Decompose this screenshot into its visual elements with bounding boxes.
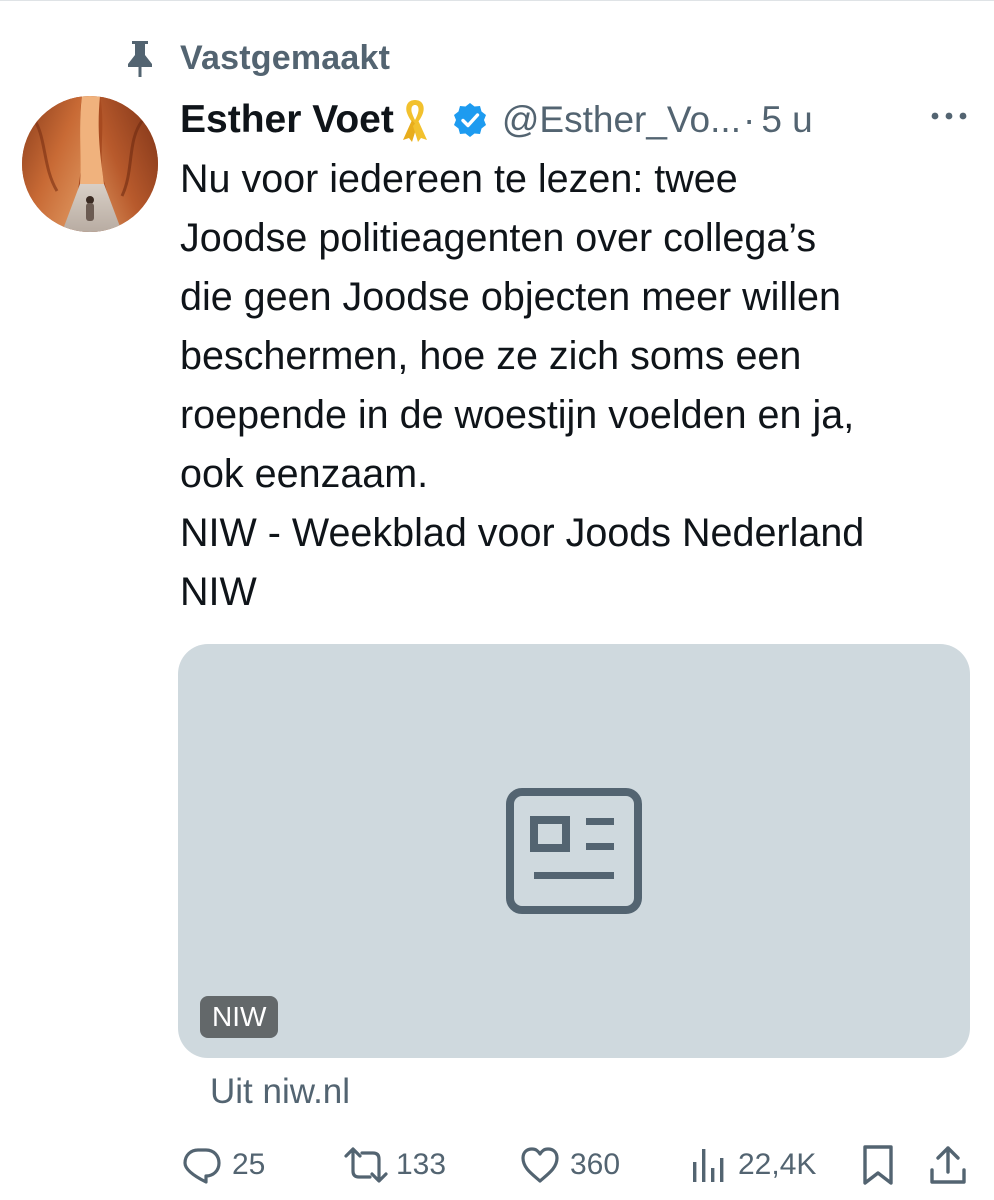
- author-display-name[interactable]: Esther Voet: [180, 98, 394, 142]
- like-button[interactable]: 360: [518, 1140, 620, 1190]
- tweet-text: Nu voor iedereen te lezen: twee Joodse p…: [180, 150, 980, 622]
- bookmark-icon: [856, 1143, 900, 1187]
- share-button[interactable]: [926, 1140, 970, 1190]
- article-placeholder-icon: [506, 788, 642, 914]
- tweet-text-line: beschermen, hoe ze zich soms een: [180, 334, 802, 378]
- tweet-text-line: ook eenzaam.: [180, 452, 429, 496]
- views-count: 22,4K: [738, 1148, 817, 1181]
- reply-count: 25: [232, 1148, 266, 1181]
- author-handle[interactable]: @Esther_Vo...: [502, 99, 741, 141]
- views-button[interactable]: 22,4K: [686, 1140, 816, 1190]
- separator-dot: ·: [742, 99, 756, 140]
- heart-icon: [518, 1143, 562, 1187]
- tweet-text-line: NIW: [180, 570, 257, 614]
- reply-icon: [180, 1143, 224, 1187]
- views-chart-icon: [686, 1143, 730, 1187]
- pinned-label: Vastgemaakt: [180, 38, 391, 77]
- share-icon: [926, 1143, 970, 1187]
- repost-icon: [344, 1143, 388, 1187]
- more-icon: [929, 109, 969, 127]
- card-domain-badge: NIW: [200, 996, 279, 1038]
- tweet-timestamp[interactable]: 5 u: [761, 99, 812, 141]
- link-preview-card[interactable]: NIW: [178, 644, 970, 1058]
- more-options-button[interactable]: [924, 98, 974, 138]
- tweet-text-line: roepende in de woestijn voelden en ja,: [180, 393, 855, 437]
- pinned-indicator: Vastgemaakt: [120, 36, 390, 80]
- tweet-text-line: die geen Joodse objecten meer willen: [180, 275, 841, 319]
- avatar[interactable]: [22, 96, 158, 232]
- bookmark-button[interactable]: [856, 1140, 900, 1190]
- repost-button[interactable]: 133: [344, 1140, 446, 1190]
- tweet-header: Esther Voet @Esther_Vo... · 5 u: [180, 90, 980, 150]
- tweet-text-line: Joodse politieagenten over collega’s: [180, 216, 817, 260]
- repost-count: 133: [396, 1148, 447, 1181]
- card-source-link[interactable]: Uit niw.nl: [210, 1072, 350, 1112]
- like-count: 360: [570, 1148, 621, 1181]
- top-divider: [0, 0, 994, 1]
- yellow-ribbon-icon: [400, 97, 430, 143]
- reply-button[interactable]: 25: [180, 1140, 265, 1190]
- verified-icon[interactable]: [452, 102, 488, 138]
- pin-icon: [120, 36, 160, 80]
- tweet-text-line: Nu voor iedereen te lezen: twee: [180, 157, 738, 201]
- tweet-text-line: NIW - Weekblad voor Joods Nederland: [180, 511, 865, 555]
- action-bar: 25 133 360 22,4K: [0, 1140, 994, 1190]
